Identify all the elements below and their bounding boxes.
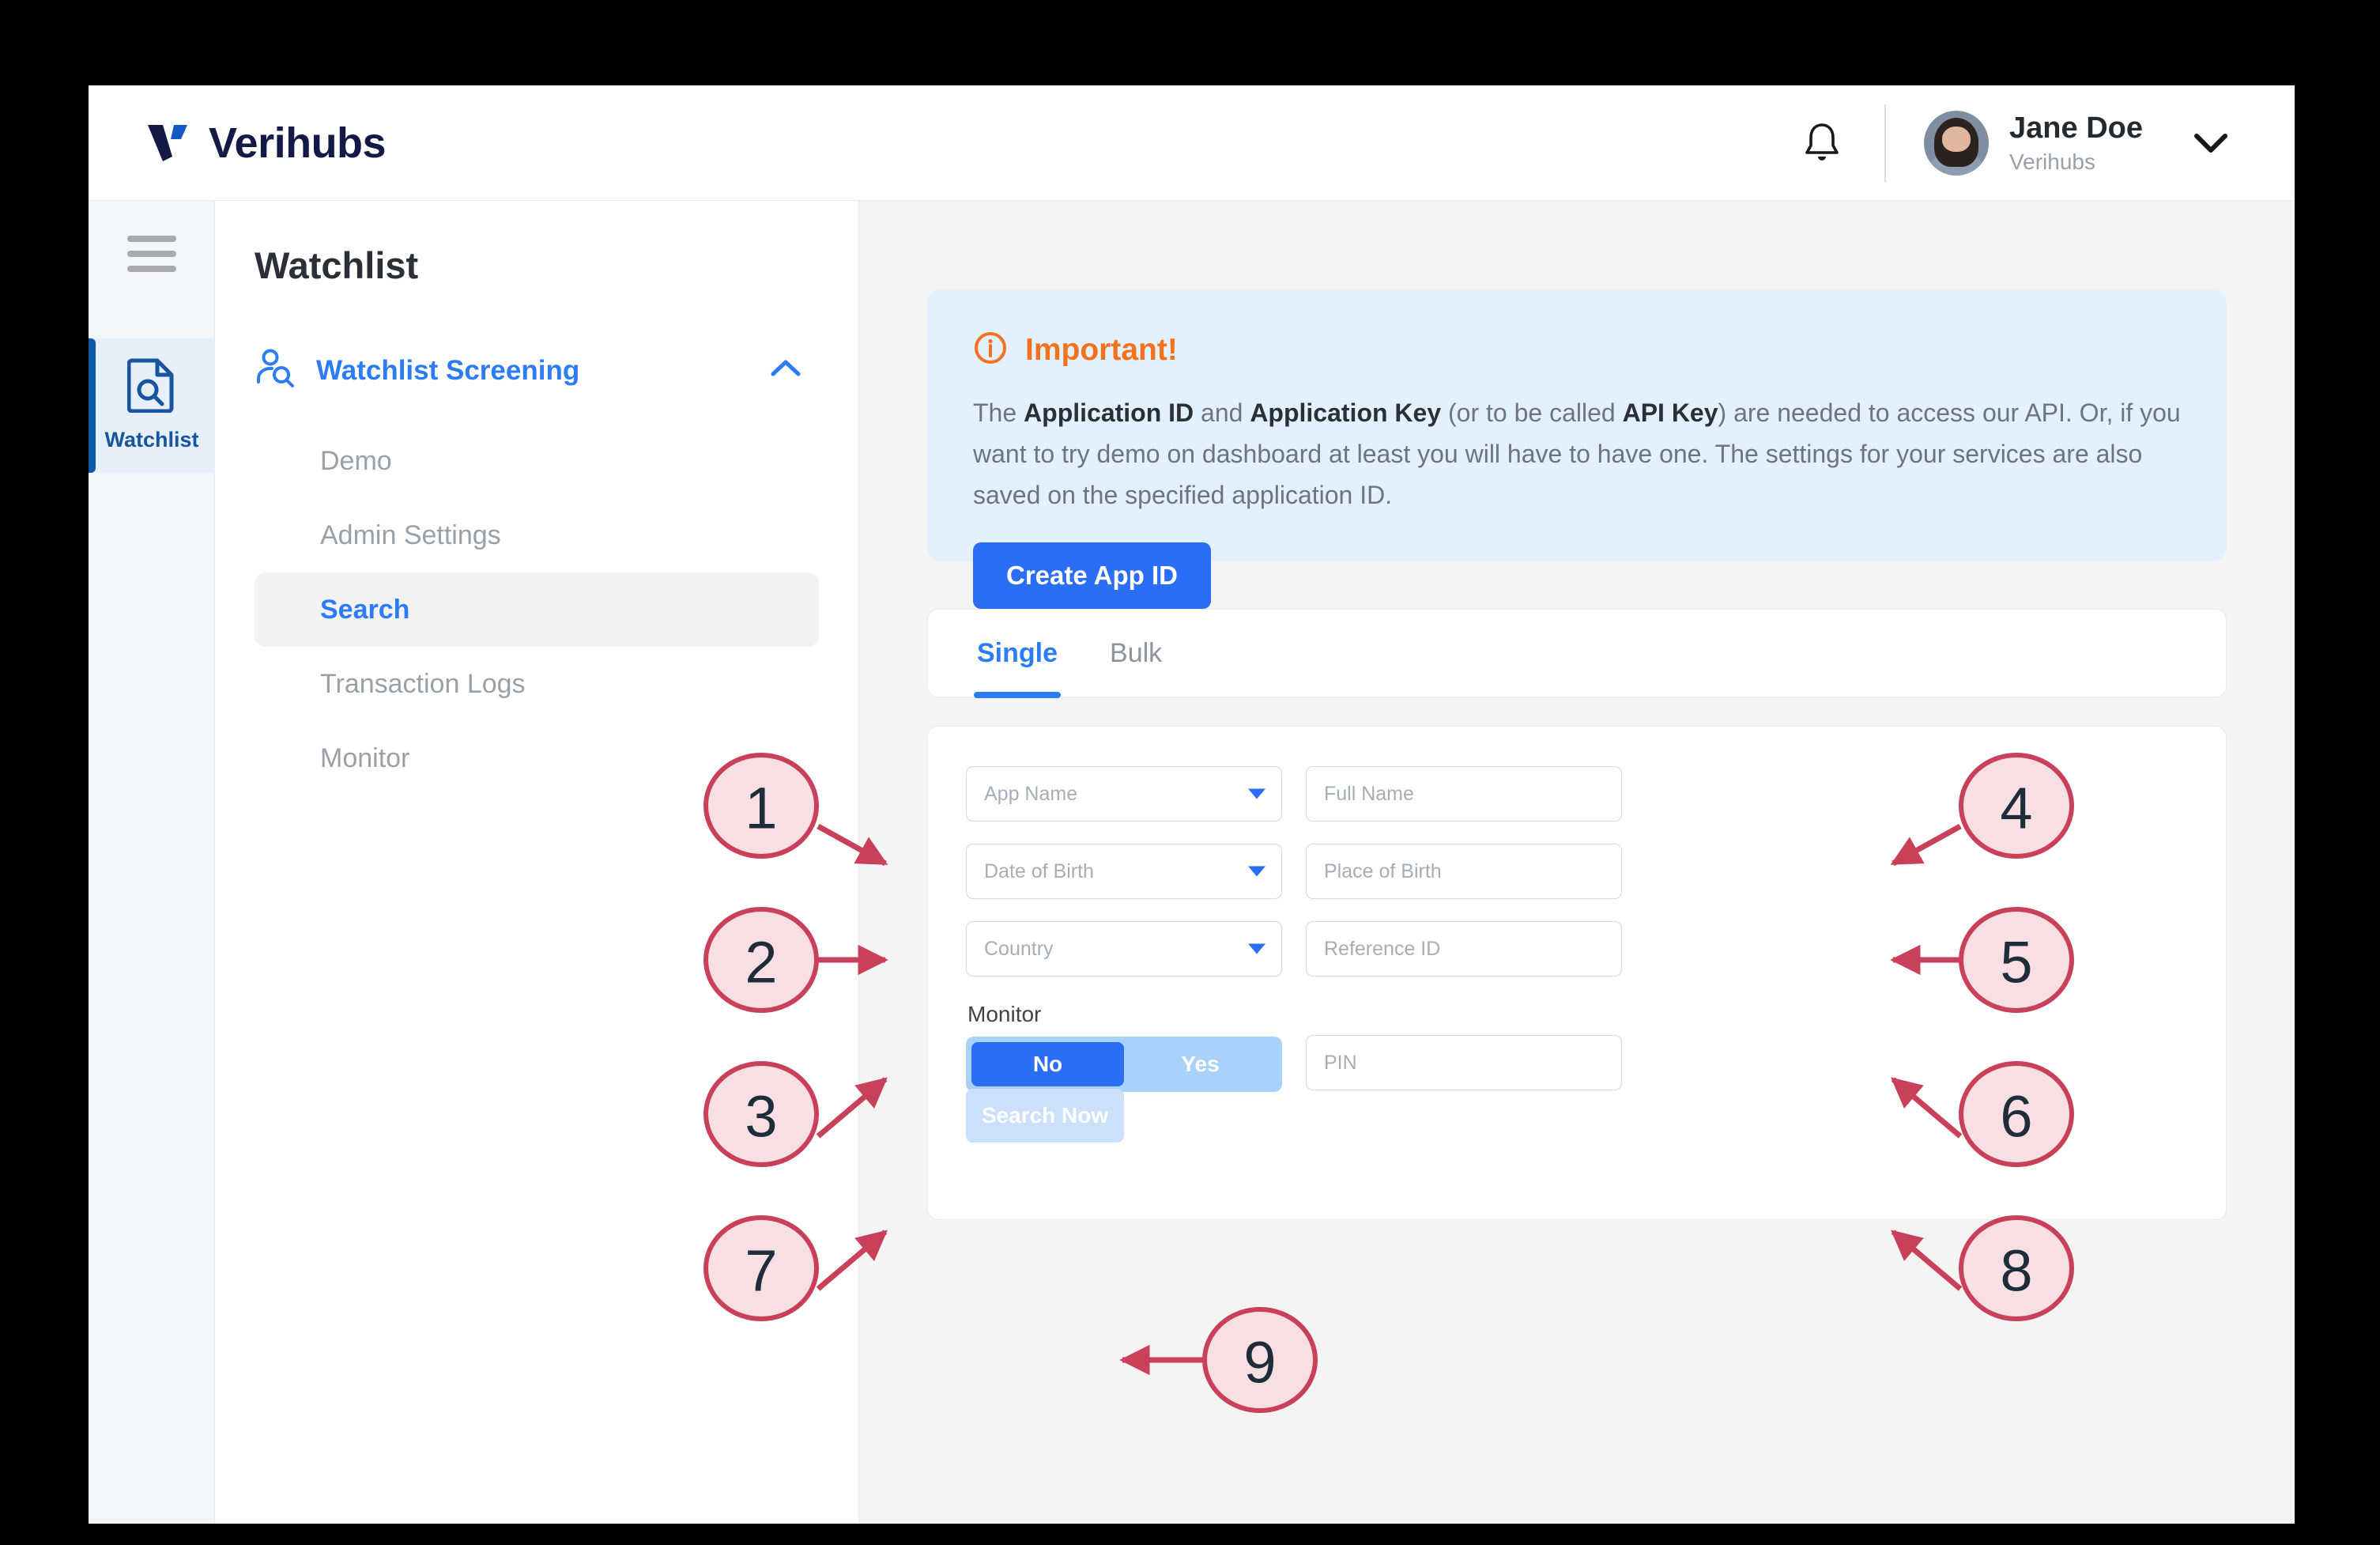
sidebar-item-label: Watchlist (104, 428, 199, 451)
chevron-down-icon (1248, 943, 1265, 954)
banner-header: Important! (973, 331, 2181, 369)
place-of-birth-field[interactable]: Place of Birth (1306, 844, 1622, 899)
pin-field[interactable]: PIN (1306, 1035, 1622, 1090)
reference-id-field[interactable]: Reference ID (1306, 921, 1622, 976)
chevron-down-icon (1248, 866, 1265, 877)
verihubs-v-logo-icon (145, 122, 190, 164)
full-name-field[interactable]: Full Name (1306, 766, 1622, 822)
nav-group-watchlist-screening[interactable]: Watchlist Screening (255, 349, 858, 392)
country-placeholder: Country (984, 937, 1054, 960)
nav-panel: Watchlist Watchlist Screening Demo Admin… (215, 201, 859, 1524)
search-now-button[interactable]: Search Now (966, 1089, 1124, 1143)
pin-group: PIN (1306, 999, 1622, 1112)
tab-label: Single (977, 637, 1058, 668)
reference-id-placeholder: Reference ID (1324, 937, 1441, 960)
document-search-icon (126, 356, 176, 417)
main-content: Important! The Application ID and Applic… (859, 201, 2295, 1524)
nav-item-admin-settings[interactable]: Admin Settings (255, 498, 819, 572)
pin-placeholder: PIN (1324, 1051, 1357, 1074)
nav-group-title: Watchlist Screening (316, 354, 580, 386)
app-name-placeholder: App Name (984, 782, 1078, 805)
nav-item-demo[interactable]: Demo (255, 424, 819, 498)
tab-bar: Single Bulk (927, 609, 2227, 698)
monitor-option-yes[interactable]: Yes (1124, 1042, 1277, 1086)
user-org: Verihubs (2009, 149, 2095, 175)
nav-item-label: Monitor (320, 742, 410, 773)
banner-title: Important! (1025, 332, 1178, 367)
nav-item-monitor[interactable]: Monitor (255, 721, 819, 795)
brand-logo[interactable]: Verihubs (145, 119, 387, 168)
topbar-divider (1884, 104, 1887, 182)
sidebar-item-watchlist[interactable]: Watchlist (89, 338, 215, 473)
monitor-toggle[interactable]: No Yes (966, 1037, 1282, 1092)
nav-item-label: Search (320, 594, 410, 625)
search-form-card: App Name Full Name Date of Birth Place o… (927, 726, 2227, 1220)
chevron-down-icon (1248, 788, 1265, 799)
create-app-id-button[interactable]: Create App ID (973, 542, 1211, 610)
chevron-down-icon[interactable] (2192, 124, 2230, 162)
nav-list: Demo Admin Settings Search Transaction L… (215, 424, 858, 795)
notification-bell-icon[interactable] (1797, 119, 1846, 168)
icon-rail: Watchlist (89, 201, 215, 1524)
topbar-right-cluster: Jane Doe Verihubs (1797, 104, 2230, 182)
banner-body: The Application ID and Application Key (… (973, 399, 2181, 509)
nav-item-search[interactable]: Search (255, 572, 819, 647)
important-banner: Important! The Application ID and Applic… (927, 289, 2227, 610)
brand-name: Verihubs (209, 119, 387, 167)
info-circle-icon (973, 331, 1008, 369)
app-window: Verihubs Jane Doe Verihubs Watchlist Wat… (89, 85, 2295, 1524)
date-of-birth-field[interactable]: Date of Birth (966, 844, 1282, 899)
user-name: Jane Doe (2009, 111, 2143, 145)
person-search-icon (255, 349, 296, 392)
full-name-placeholder: Full Name (1324, 782, 1414, 805)
user-avatar[interactable] (1924, 110, 1990, 176)
nav-item-label: Transaction Logs (320, 668, 526, 699)
country-field[interactable]: Country (966, 921, 1282, 976)
nav-item-transaction-logs[interactable]: Transaction Logs (255, 647, 819, 721)
nav-item-label: Admin Settings (320, 519, 501, 550)
page-title: Watchlist (255, 244, 419, 286)
monitor-option-no[interactable]: No (971, 1042, 1124, 1086)
monitor-label: Monitor (967, 1002, 1042, 1026)
tab-single[interactable]: Single (973, 609, 1062, 698)
date-of-birth-placeholder: Date of Birth (984, 859, 1094, 882)
tab-bulk[interactable]: Bulk (1110, 609, 1162, 697)
user-meta: Jane Doe Verihubs (2009, 111, 2143, 176)
top-bar: Verihubs Jane Doe Verihubs (89, 85, 2295, 201)
hamburger-menu-icon[interactable] (126, 236, 176, 272)
chevron-up-icon[interactable] (770, 358, 802, 383)
active-indicator-bar (89, 338, 96, 473)
place-of-birth-placeholder: Place of Birth (1324, 859, 1442, 882)
app-name-field[interactable]: App Name (966, 766, 1282, 822)
search-form-grid: App Name Full Name Date of Birth Place o… (966, 766, 1622, 1112)
nav-item-label: Demo (320, 445, 392, 476)
tab-label: Bulk (1110, 637, 1163, 668)
